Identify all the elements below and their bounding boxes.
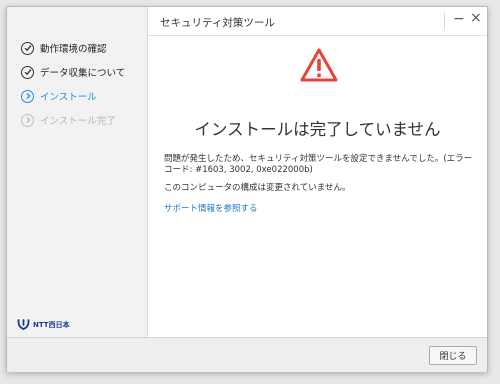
steps-sidebar: 動作環境の確認 データ収集について インストール インストール完了 NTT西日本 [7, 7, 148, 337]
step-label: データ収集について [40, 68, 126, 79]
step-label: インストール [40, 92, 97, 103]
checkmark-icon [21, 41, 34, 55]
step-install: インストール [21, 88, 97, 104]
chevron-right-icon [21, 89, 34, 103]
installer-window: 動作環境の確認 データ収集について インストール インストール完了 NTT西日本… [6, 6, 488, 372]
page-headline: インストールは完了していません [194, 120, 441, 139]
window-title: セキュリティ対策ツール [160, 17, 275, 29]
checkmark-icon [21, 65, 34, 79]
close-window-button[interactable]: × [470, 10, 482, 26]
ntt-logo-icon [17, 319, 30, 330]
brand-text: NTT西日本 [33, 320, 70, 329]
title-bar: セキュリティ対策ツール − × [148, 7, 487, 36]
minimize-button[interactable]: − [453, 11, 465, 27]
chevron-right-icon [21, 113, 34, 127]
close-button[interactable]: 閉じる [429, 346, 477, 365]
main-content: インストールは完了していません 問題が発生したため、セキュリティ対策ツールを設定… [148, 36, 487, 336]
support-info-link[interactable]: サポート情報を参照する [164, 202, 258, 214]
footer-bar: 閉じる [7, 337, 487, 372]
step-label: インストール完了 [40, 116, 116, 127]
step-environment-check: 動作環境の確認 [21, 40, 107, 56]
error-message: 問題が発生したため、セキュリティ対策ツールを設定できませんでした。(エラーコード… [164, 154, 473, 175]
step-install-complete: インストール完了 [21, 112, 116, 128]
warning-icon [300, 48, 338, 86]
unchanged-message: このコンピュータの構成は変更されていません。 [164, 183, 351, 193]
titlebar-divider [444, 13, 445, 29]
step-data-collection: データ収集について [21, 64, 125, 80]
ntt-west-logo: NTT西日本 [17, 319, 70, 330]
step-label: 動作環境の確認 [40, 44, 107, 55]
